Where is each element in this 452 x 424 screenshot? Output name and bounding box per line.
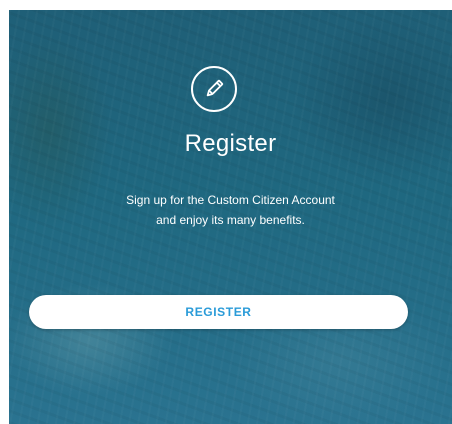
register-button[interactable]: REGISTER bbox=[29, 295, 408, 329]
pencil-icon bbox=[191, 66, 237, 112]
register-title: Register bbox=[184, 130, 277, 157]
register-subtitle: Sign up for the Custom Citizen Account a… bbox=[9, 190, 452, 230]
subtitle-line-1: Sign up for the Custom Citizen Account bbox=[126, 193, 335, 207]
register-panel: Register Sign up for the Custom Citizen … bbox=[9, 10, 452, 424]
pencil-icon-glyph bbox=[206, 79, 224, 97]
subtitle-line-2: and enjoy its many benefits. bbox=[156, 213, 305, 227]
